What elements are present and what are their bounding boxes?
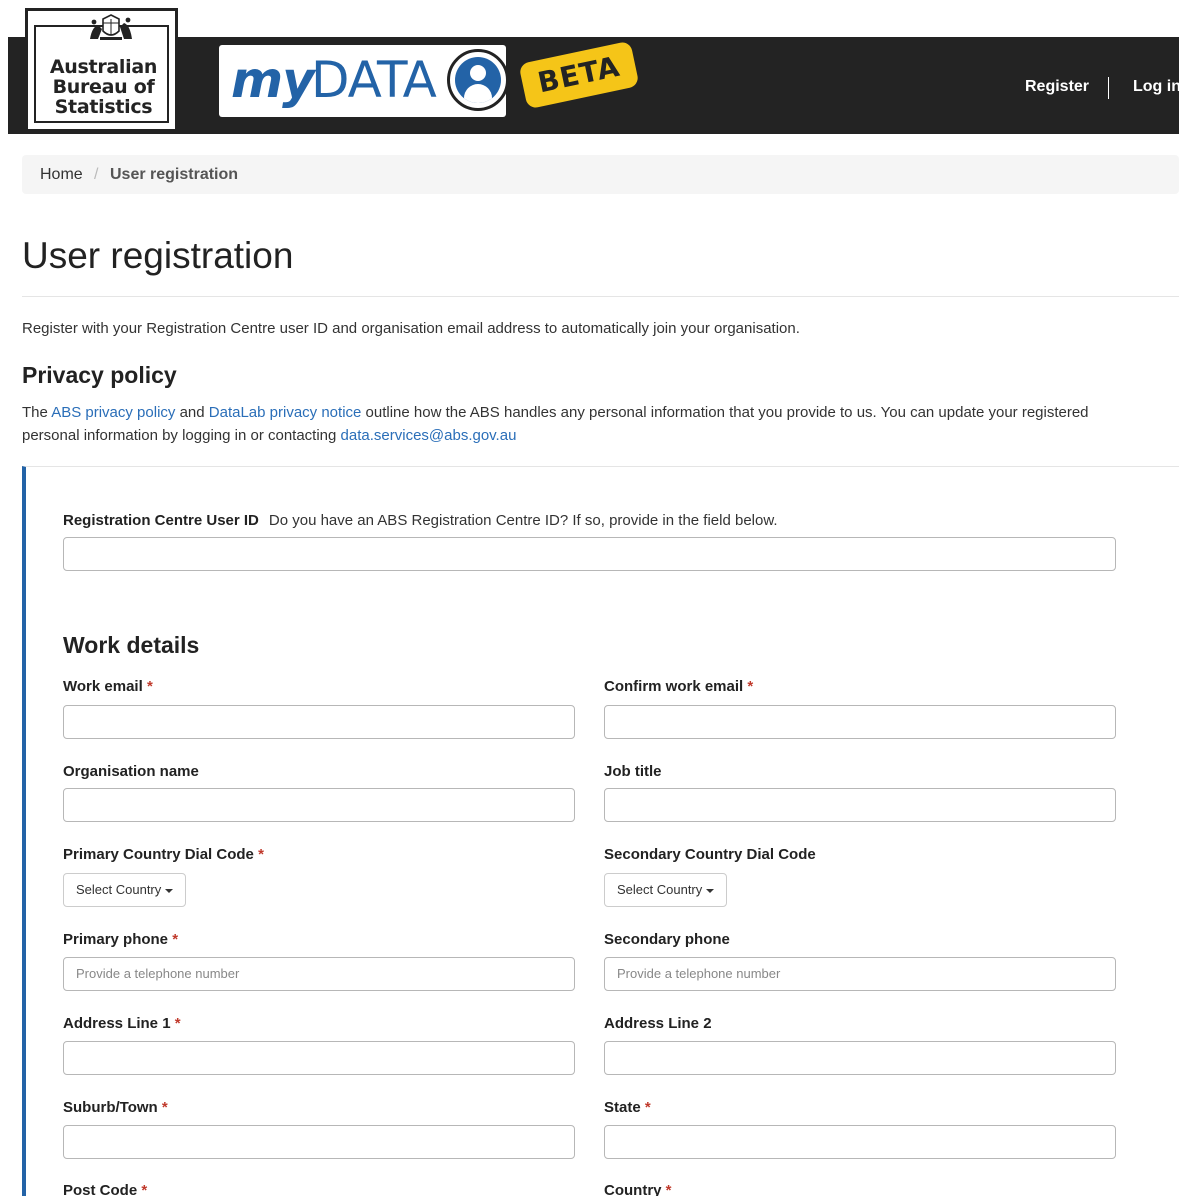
required-marker: *: [644, 1099, 651, 1116]
required-marker: *: [161, 1099, 168, 1116]
secondary-phone-label: Secondary phone: [604, 931, 730, 948]
state-label: State *: [604, 1099, 651, 1116]
privacy-heading: Privacy policy: [22, 362, 177, 388]
state-input[interactable]: [604, 1125, 1116, 1159]
abs-logo-line-2: Bureau of: [52, 76, 155, 98]
registration-id-hint: Do you have an ABS Registration Centre I…: [268, 512, 778, 529]
primary-dial-code-label: Primary Country Dial Code *: [63, 846, 264, 863]
primary-dial-code-value: Select Country: [76, 882, 162, 897]
primary-phone-label-text: Primary phone: [63, 931, 169, 948]
abs-logo[interactable]: Australian Bureau of Statistics: [25, 8, 178, 132]
required-marker: *: [665, 1182, 672, 1196]
primary-dial-code-select[interactable]: Select Country: [63, 873, 187, 907]
suburb-town-input[interactable]: [63, 1125, 575, 1159]
confirm-work-email-label: Confirm work email *: [604, 678, 753, 695]
registration-id-label: Registration Centre User ID Do you have a…: [63, 512, 778, 529]
suburb-town-label: Suburb/Town *: [63, 1099, 168, 1116]
user-avatar-icon: [447, 49, 509, 111]
address-line-1-input[interactable]: [63, 1041, 575, 1075]
country-label-text: Country: [604, 1182, 662, 1196]
coat-of-arms-icon: [90, 14, 132, 40]
confirm-work-email-label-text: Confirm work email: [604, 678, 744, 695]
caret-down-icon: [165, 888, 174, 893]
work-email-label: Work email *: [63, 678, 153, 695]
required-marker: *: [747, 678, 754, 695]
abs-logo-line-3: Statistics: [54, 96, 153, 118]
post-code-label: Post Code *: [63, 1182, 147, 1196]
work-email-label-text: Work email: [63, 678, 143, 695]
required-marker: *: [146, 678, 153, 695]
country-label: Country *: [604, 1182, 672, 1196]
abs-logo-line-1: Australian: [49, 56, 158, 78]
job-title-input[interactable]: [604, 788, 1116, 822]
breadcrumb: Home / User registration: [22, 155, 1179, 194]
required-marker: *: [141, 1182, 148, 1196]
caret-down-icon: [706, 888, 715, 893]
organisation-name-label: Organisation name: [63, 763, 199, 780]
breadcrumb-separator: /: [94, 166, 99, 183]
login-link[interactable]: Log in: [1133, 78, 1179, 96]
registration-id-label-text: Registration Centre User ID: [63, 512, 259, 529]
required-marker: *: [174, 1015, 181, 1032]
secondary-dial-code-label: Secondary Country Dial Code: [604, 846, 816, 863]
required-marker: *: [172, 931, 179, 948]
state-label-text: State: [604, 1099, 641, 1116]
intro-text: Register with your Registration Centre u…: [22, 320, 800, 337]
primary-phone-input[interactable]: Provide a telephone number: [63, 957, 575, 991]
primary-dial-code-label-text: Primary Country Dial Code: [63, 846, 254, 863]
mydata-logo-my: my: [231, 51, 315, 109]
work-email-input[interactable]: [63, 705, 575, 739]
register-link[interactable]: Register: [1025, 78, 1089, 96]
registration-form: Registration Centre User ID Do you have a…: [22, 466, 1179, 1196]
privacy-text-1: The: [22, 404, 52, 421]
abs-privacy-policy-link[interactable]: ABS privacy policy: [51, 404, 175, 421]
mydata-logo[interactable]: my DATA: [219, 45, 509, 117]
abs-logo-text: Australian Bureau of Statistics: [36, 57, 171, 117]
datalab-privacy-notice-link[interactable]: DataLab privacy notice: [209, 404, 362, 421]
title-divider: [22, 296, 1179, 297]
secondary-dial-code-value: Select Country: [617, 882, 703, 897]
address-line-2-input[interactable]: [604, 1041, 1116, 1075]
data-services-email-link[interactable]: data.services@abs.gov.au: [341, 427, 517, 444]
address-line-1-label: Address Line 1 *: [63, 1015, 181, 1032]
work-details-heading: Work details: [63, 632, 200, 658]
job-title-label: Job title: [604, 763, 662, 780]
address-line-1-label-text: Address Line 1: [63, 1015, 171, 1032]
page-title: User registration: [22, 235, 294, 276]
privacy-text: The ABS privacy policy and DataLab priva…: [22, 401, 1142, 447]
privacy-text-2: and: [175, 404, 209, 421]
primary-phone-label: Primary phone *: [63, 931, 178, 948]
secondary-dial-code-select[interactable]: Select Country: [604, 873, 728, 907]
breadcrumb-home-link[interactable]: Home: [40, 166, 83, 184]
registration-id-input[interactable]: [63, 537, 1116, 571]
secondary-phone-input[interactable]: Provide a telephone number: [604, 957, 1116, 991]
required-marker: *: [258, 846, 264, 863]
post-code-label-text: Post Code: [63, 1182, 138, 1196]
mydata-logo-data: DATA: [311, 51, 437, 109]
organisation-name-input[interactable]: [63, 788, 575, 822]
suburb-town-label-text: Suburb/Town: [63, 1099, 158, 1116]
address-line-2-label: Address Line 2: [604, 1015, 712, 1032]
abs-logo-frame: Australian Bureau of Statistics: [34, 14, 171, 123]
breadcrumb-current: User registration: [110, 166, 239, 183]
nav-divider: [1108, 77, 1109, 99]
confirm-work-email-input[interactable]: [604, 705, 1116, 739]
